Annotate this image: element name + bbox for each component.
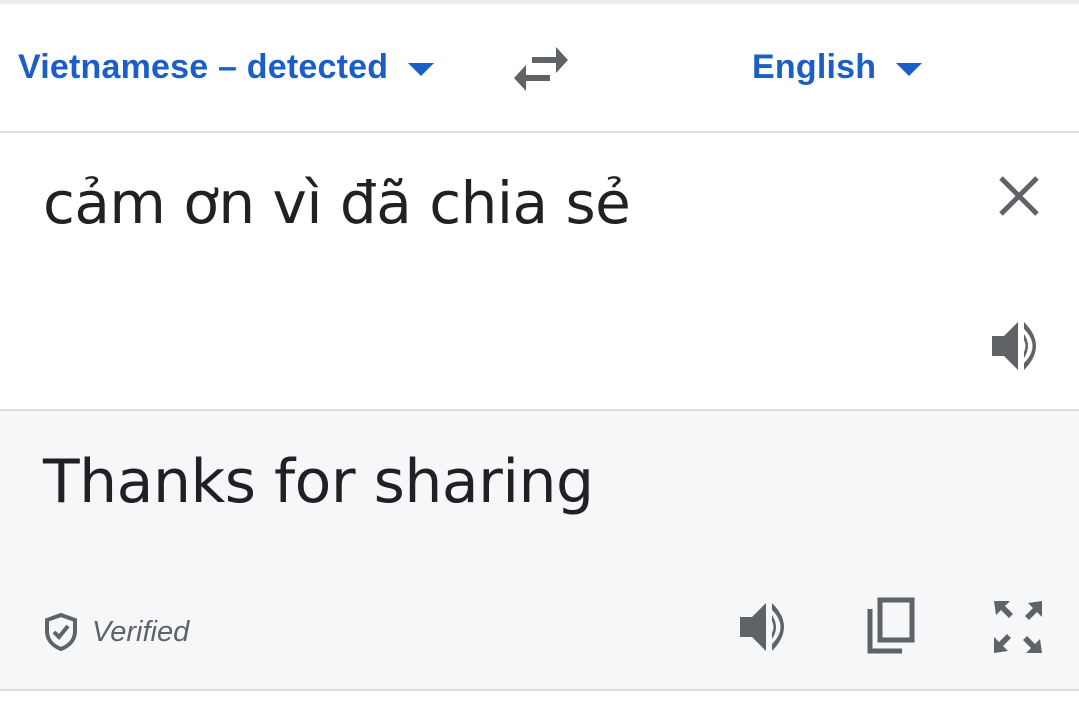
translate-screen: Vietnamese – detected English cảm ơn vì …: [0, 0, 1079, 706]
swap-arrows-icon: [514, 47, 568, 91]
listen-translation-button[interactable]: [734, 595, 798, 659]
volume-icon: [992, 322, 1036, 370]
source-language-label: Vietnamese – detected: [18, 48, 389, 86]
verified-label: Verified: [92, 615, 190, 648]
volume-icon: [740, 603, 784, 651]
caret-down-icon: [896, 63, 923, 76]
copy-translation-button[interactable]: [860, 595, 924, 659]
verified-badge: Verified: [44, 613, 189, 651]
source-text[interactable]: cảm ơn vì đã chia sẻ: [43, 169, 631, 237]
close-icon: [999, 176, 1039, 216]
translation-result-panel: Thanks for sharing Verified: [0, 411, 1079, 691]
fullscreen-icon: [994, 601, 1042, 653]
target-language-label: English: [752, 48, 877, 86]
shield-check-icon: [45, 613, 77, 651]
bottom-area: [0, 691, 1079, 706]
caret-down-icon: [408, 63, 435, 76]
listen-source-button[interactable]: [986, 316, 1052, 376]
clear-input-button[interactable]: [992, 169, 1046, 223]
translation-text: Thanks for sharing: [43, 447, 594, 517]
copy-icon: [867, 597, 915, 654]
fullscreen-button[interactable]: [986, 595, 1050, 659]
language-bar: Vietnamese – detected English: [0, 4, 1079, 133]
target-language-selector[interactable]: English: [752, 48, 923, 87]
source-language-selector[interactable]: Vietnamese – detected: [18, 48, 435, 87]
swap-languages-button[interactable]: [510, 44, 572, 94]
source-input-panel[interactable]: cảm ơn vì đã chia sẻ: [0, 133, 1079, 411]
